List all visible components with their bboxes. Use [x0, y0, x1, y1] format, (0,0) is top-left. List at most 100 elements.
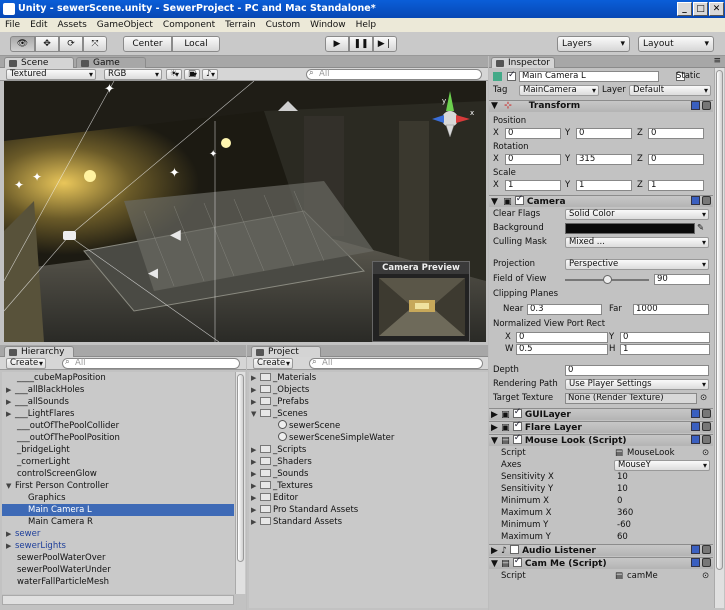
gear-icon[interactable] [702, 422, 711, 431]
expand-arrow-icon[interactable]: ▶ [6, 528, 15, 540]
position-x-field[interactable]: 0 [505, 128, 561, 139]
hierarchy-item[interactable]: Main Camera L [2, 504, 234, 516]
ml-sens-x-value[interactable]: 10 [617, 472, 628, 483]
hierarchy-item[interactable]: ___outOfThePoolCollider [2, 420, 234, 432]
color-mode-dropdown[interactable]: RGB [104, 69, 162, 80]
gear-icon[interactable] [702, 196, 711, 205]
hierarchy-scrollbar[interactable] [235, 372, 245, 594]
hierarchy-item[interactable]: ▶ sewer [2, 528, 234, 540]
project-item[interactable]: ▶ _Prefabs [249, 396, 476, 408]
audiolistener-header[interactable]: ▶ ♪ Audio Listener [489, 544, 713, 556]
move-tool-button[interactable]: ✥ [35, 36, 59, 52]
ml-max-y-value[interactable]: 60 [617, 532, 628, 543]
hierarchy-item[interactable]: waterFallParticleMesh [2, 576, 234, 588]
gear-icon[interactable] [702, 101, 711, 110]
tab-scene[interactable]: Scene [4, 57, 74, 68]
scene-overlay-toggle[interactable]: ▣ [184, 69, 200, 80]
hierarchy-hscrollbar[interactable] [2, 595, 234, 605]
hierarchy-item[interactable]: ▶ ___LightFlares [2, 408, 234, 420]
gear-icon[interactable] [702, 409, 711, 418]
expand-arrow-icon[interactable]: ▶ [251, 480, 260, 492]
expand-arrow-icon[interactable]: ▶ [251, 468, 260, 480]
ml-script-value[interactable]: MouseLook [627, 448, 675, 459]
hierarchy-item[interactable]: Graphics [2, 492, 234, 504]
pause-button[interactable]: ❚❚ [349, 36, 373, 52]
culling-mask-dropdown[interactable]: Mixed ... [565, 237, 709, 248]
play-button[interactable]: ▶ [325, 36, 349, 52]
flarelayer-enabled-checkbox[interactable] [512, 420, 522, 431]
scale-y-field[interactable]: 1 [576, 180, 632, 191]
tab-inspector[interactable]: Inspector [491, 57, 555, 68]
hierarchy-scroll-thumb[interactable] [237, 374, 244, 562]
audiolistener-enabled-checkbox[interactable] [509, 545, 519, 554]
close-button[interactable]: ✕ [709, 2, 724, 16]
pane-menu-icon[interactable]: ≡ [713, 56, 721, 66]
hierarchy-item[interactable]: ___outOfThePoolPosition [2, 432, 234, 444]
project-create-dropdown[interactable]: Create [253, 358, 293, 369]
far-field[interactable]: 1000 [633, 304, 709, 315]
guilayer-header[interactable]: ▶ ▣ GUILayer [489, 407, 713, 420]
help-icon[interactable] [691, 101, 700, 110]
hierarchy-item[interactable]: sewerPoolWaterUnder [2, 564, 234, 576]
ml-sens-y-value[interactable]: 10 [617, 484, 628, 495]
help-icon[interactable] [691, 545, 700, 554]
expand-arrow-icon[interactable]: ▼ [251, 408, 260, 420]
object-name-field[interactable]: Main Camera L [519, 71, 659, 82]
tag-dropdown[interactable]: MainCamera [519, 85, 599, 96]
hierarchy-create-dropdown[interactable]: Create [6, 358, 46, 369]
expand-arrow-icon[interactable]: ▶ [251, 372, 260, 384]
project-item[interactable]: ▶ _Sounds [249, 468, 476, 480]
viewport-h-field[interactable]: 1 [620, 344, 710, 355]
menu-file[interactable]: File [0, 18, 25, 32]
guilayer-enabled-checkbox[interactable] [512, 407, 522, 418]
expand-arrow-icon[interactable]: ▶ [6, 384, 15, 396]
menu-gameobject[interactable]: GameObject [92, 18, 158, 32]
hierarchy-item[interactable]: sewerPoolWaterOver [2, 552, 234, 564]
menu-custom[interactable]: Custom [261, 18, 305, 32]
hierarchy-item[interactable]: ▶ ___allBlackHoles [2, 384, 234, 396]
viewport-y-field[interactable]: 0 [620, 332, 710, 343]
help-icon[interactable] [691, 196, 700, 205]
project-item[interactable]: ▶ _Textures [249, 480, 476, 492]
camme-header[interactable]: ▼ ▤ Cam Me (Script) [489, 556, 713, 569]
view-tool-button[interactable]: 👁 [10, 36, 35, 52]
background-color-swatch[interactable] [565, 223, 695, 234]
project-item[interactable]: ▶ _Shaders [249, 456, 476, 468]
eyedropper-icon[interactable]: ✎ [697, 223, 704, 234]
viewport-w-field[interactable]: 0.5 [516, 344, 608, 355]
layout-dropdown[interactable]: Layout ▾ [638, 36, 714, 52]
clear-flags-dropdown[interactable]: Solid Color [565, 209, 709, 220]
scene-search-input[interactable]: All [306, 69, 482, 80]
viewport-x-field[interactable]: 0 [516, 332, 608, 343]
rotation-y-field[interactable]: 315 [576, 154, 632, 165]
position-z-field[interactable]: 0 [648, 128, 704, 139]
scale-z-field[interactable]: 1 [648, 180, 704, 191]
hierarchy-item[interactable]: _bridgeLight [2, 444, 234, 456]
project-item[interactable]: sewerSceneSimpleWater [249, 432, 476, 444]
hierarchy-item[interactable]: controlScreenGlow [2, 468, 234, 480]
ml-min-x-value[interactable]: 0 [617, 496, 622, 507]
expand-arrow-icon[interactable]: ▶ [6, 396, 15, 408]
expand-arrow-icon[interactable]: ▶ [251, 456, 260, 468]
layers-dropdown[interactable]: Layers ▾ [557, 36, 630, 52]
scale-x-field[interactable]: 1 [505, 180, 561, 191]
depth-field[interactable]: 0 [565, 365, 709, 376]
expand-arrow-icon[interactable]: ▶ [251, 396, 260, 408]
rotate-tool-button[interactable]: ⟳ [59, 36, 83, 52]
near-field[interactable]: 0.3 [527, 304, 602, 315]
flarelayer-header[interactable]: ▶ ▣ Flare Layer [489, 420, 713, 433]
hierarchy-item[interactable]: _cornerLight [2, 456, 234, 468]
rotation-z-field[interactable]: 0 [648, 154, 704, 165]
mouselook-header[interactable]: ▼ ▤ Mouse Look (Script) [489, 433, 713, 446]
tab-hierarchy[interactable]: Hierarchy [4, 346, 74, 357]
hierarchy-item[interactable]: ▼ First Person Controller [2, 480, 234, 492]
ml-min-y-value[interactable]: -60 [617, 520, 631, 531]
project-item[interactable]: ▼ _Scenes [249, 408, 476, 420]
menu-assets[interactable]: Assets [53, 18, 92, 32]
inspector-scroll-thumb[interactable] [716, 70, 723, 570]
help-icon[interactable] [691, 422, 700, 431]
mouselook-enabled-checkbox[interactable] [512, 433, 522, 444]
ml-axes-dropdown[interactable]: MouseY [614, 460, 710, 471]
menu-terrain[interactable]: Terrain [220, 18, 260, 32]
scale-tool-button[interactable]: ⤧ [83, 36, 107, 52]
